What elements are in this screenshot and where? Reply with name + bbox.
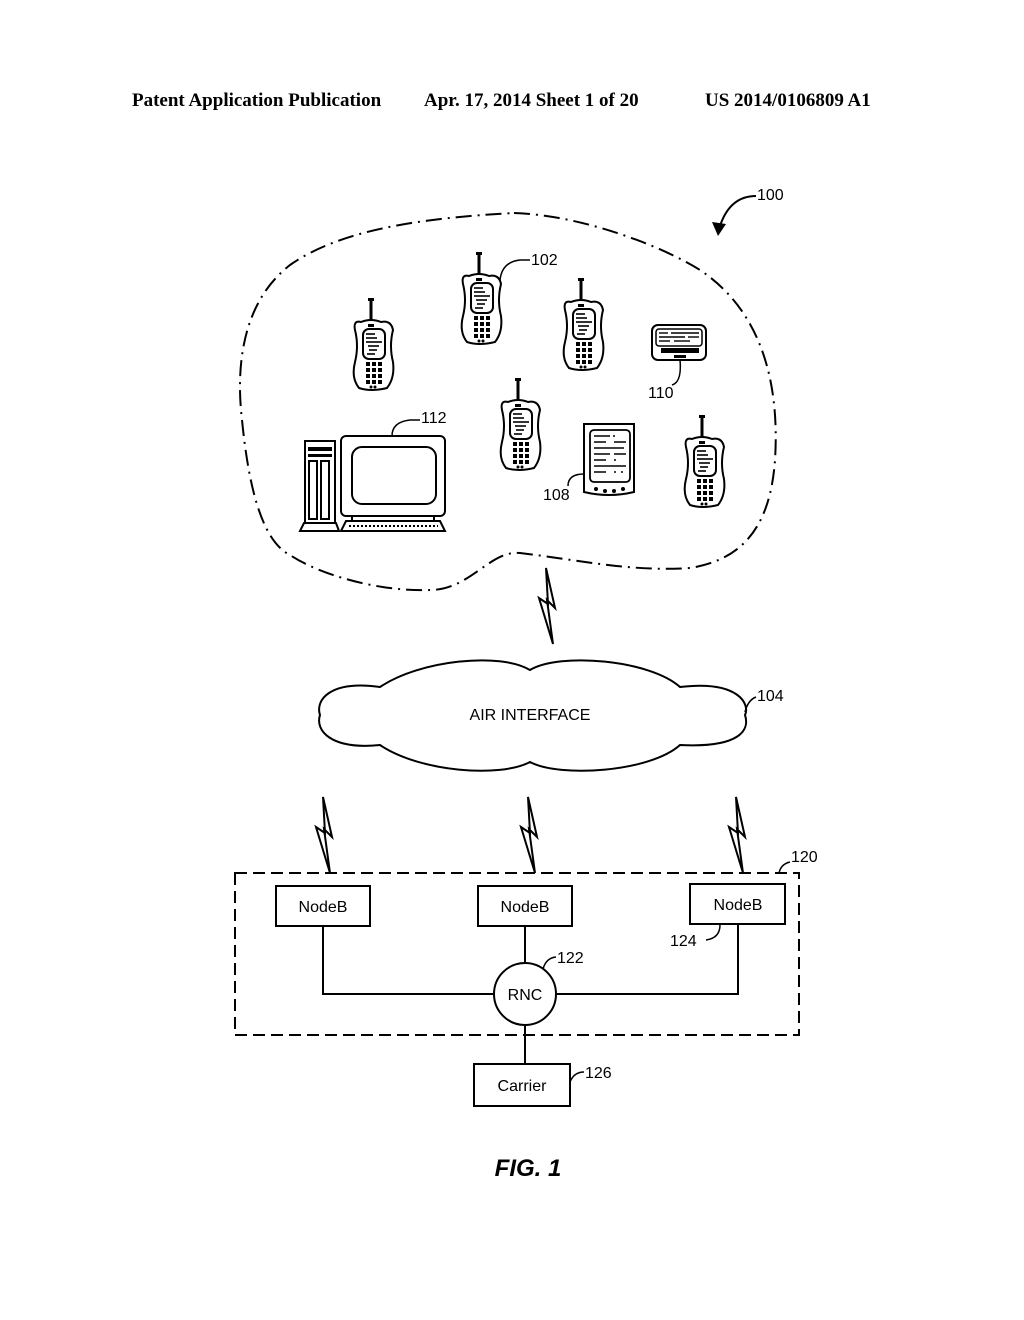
leader-line-108 [567, 473, 585, 487]
desktop-computer-icon [298, 435, 447, 532]
nodeb-label: NodeB [714, 897, 763, 914]
rnc-label: RNC [508, 987, 543, 1004]
ref-100: 100 [757, 187, 784, 204]
system-reference: 100 [712, 187, 784, 236]
pda-icon [583, 423, 635, 496]
wireless-link-icon [315, 796, 333, 874]
ref-110: 110 [648, 385, 674, 402]
reference-arrowhead [712, 222, 726, 236]
carrier-label: Carrier [498, 1078, 548, 1095]
leader-line-112 [391, 419, 420, 437]
leader-line-126 [569, 1071, 585, 1083]
nodeb-box: NodeB [477, 885, 573, 927]
ref-124: 124 [670, 933, 697, 950]
mobile-device-icon [460, 250, 503, 346]
mobile-device-icon [562, 276, 605, 372]
figure-caption: FIG. 1 [495, 1155, 562, 1182]
figure-diagram: 100 102 110 108 112 AIR INTERFACE 104 12… [234, 187, 818, 1182]
reference-arrow-shaft [719, 195, 757, 227]
leader-line-102 [499, 259, 530, 281]
ref-104: 104 [757, 688, 784, 705]
mobile-device-icon [499, 376, 542, 472]
ref-108: 108 [543, 487, 570, 504]
leader-line-124 [705, 924, 721, 941]
ref-102: 102 [531, 252, 558, 269]
nodeb-label: NodeB [299, 899, 348, 916]
ref-120: 120 [791, 849, 818, 866]
pager-icon [651, 324, 707, 361]
mobile-device-icon [352, 296, 395, 392]
nodeb-label: NodeB [501, 899, 550, 916]
ref-126: 126 [585, 1065, 612, 1082]
nodeb-box: NodeB [689, 883, 786, 925]
leader-line-122 [542, 956, 557, 970]
ref-122: 122 [557, 950, 584, 967]
wireless-link-icon [520, 796, 538, 874]
leader-line-110 [671, 359, 682, 386]
leader-line-120 [778, 861, 791, 874]
wireless-link-icon [538, 567, 556, 645]
ref-112: 112 [421, 410, 447, 427]
nodeb-box: NodeB [275, 885, 371, 927]
air-interface-label: AIR INTERFACE [470, 707, 591, 724]
mobile-device-icon [683, 413, 726, 509]
carrier-box: Carrier [473, 1063, 571, 1107]
wireless-link-icon [728, 796, 746, 874]
rnc-node: RNC [493, 962, 557, 1026]
